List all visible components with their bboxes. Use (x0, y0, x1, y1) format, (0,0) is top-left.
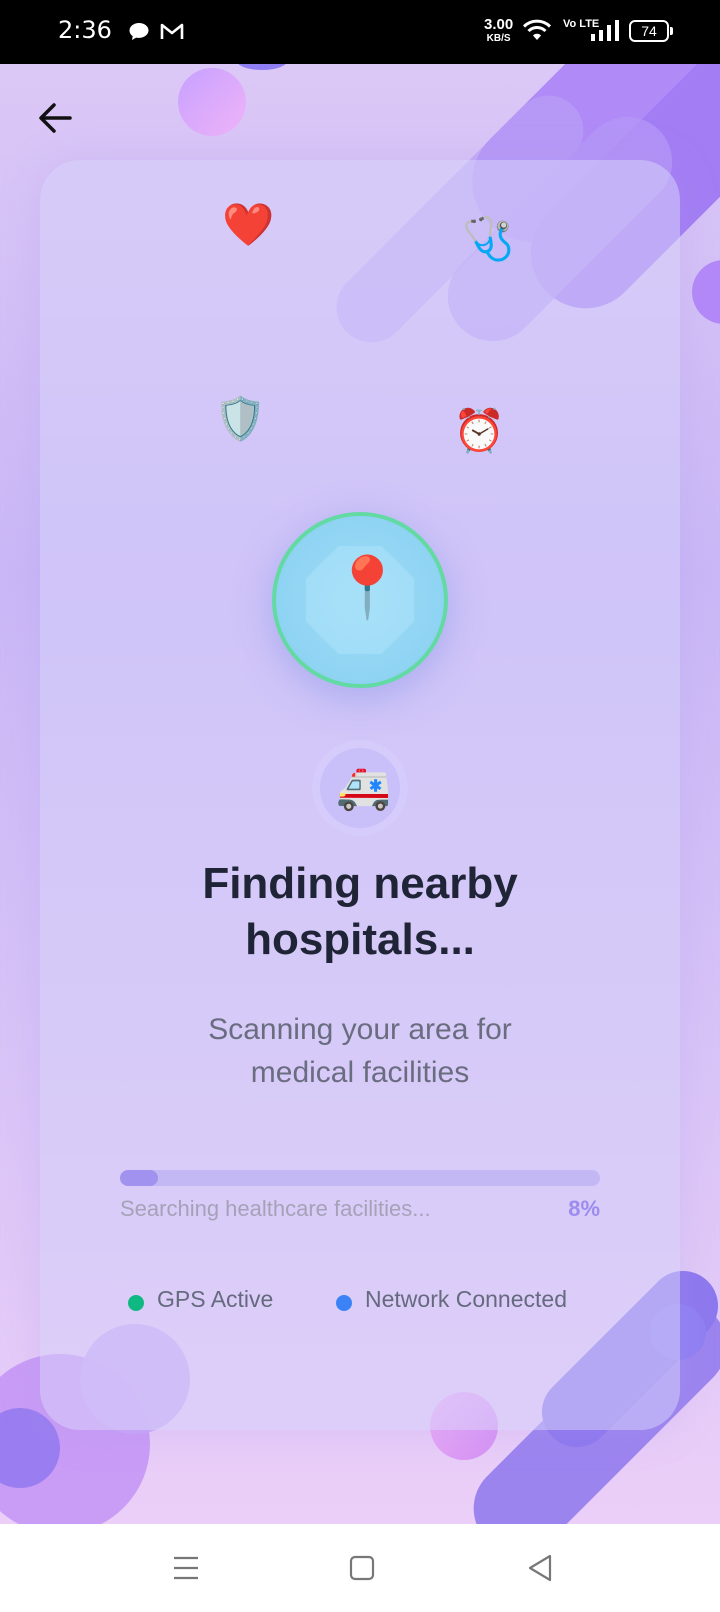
network-status-label: Network Connected (365, 1286, 567, 1312)
wifi-icon (522, 19, 552, 40)
heart-icon: ❤️ (222, 200, 275, 249)
page-subtitle: Scanning your area for medical facilitie… (120, 1008, 600, 1094)
progress-fill (120, 1170, 159, 1186)
decor-blob (236, 64, 288, 70)
battery-indicator: 74 (629, 20, 673, 42)
location-pulse: 📍 (272, 512, 448, 688)
signal-icon (591, 20, 619, 41)
title-line-1: Finding nearby (202, 859, 518, 908)
gps-status-label: GPS Active (157, 1286, 274, 1312)
menu-icon[interactable] (168, 1550, 204, 1586)
gps-status-dot (128, 1295, 144, 1311)
location-pin-icon: 📍 (330, 553, 405, 623)
chat-icon (129, 23, 149, 40)
status-time: 2:36 (58, 16, 112, 44)
progress-bar (120, 1170, 600, 1186)
page-title: Finding nearby hospitals... (100, 856, 620, 968)
decor-blob (692, 260, 720, 324)
progress-percent: 8% (568, 1196, 600, 1221)
ambulance-icon: 🚑 (336, 762, 391, 813)
title-line-2: hospitals... (245, 915, 475, 964)
network-speed-unit: KB/S (486, 33, 511, 44)
shield-icon: 🛡️ (214, 394, 267, 443)
alarm-clock-icon: ⏰ (453, 406, 506, 455)
stethoscope-icon: 🩺 (462, 214, 515, 263)
home-square-icon[interactable] (344, 1550, 380, 1586)
gmail-icon (160, 23, 184, 39)
subtitle-line-2: medical facilities (250, 1056, 470, 1089)
subtitle-line-1: Scanning your area for (208, 1013, 512, 1046)
decor-blob (178, 68, 246, 136)
status-bar: 2:36 3.00 KB/S Vo LTE 74 (0, 0, 720, 64)
ambulance-badge: 🚑 (312, 740, 408, 836)
app-screen: ❤️ 🩺 🛡️ ⏰ 📍 🚑 Finding nearby hospitals..… (0, 64, 720, 1524)
network-speed: 3.00 KB/S (484, 16, 514, 46)
system-nav-bar (0, 1524, 720, 1612)
progress-label: Searching healthcare facilities... (120, 1196, 431, 1221)
network-speed-value: 3.00 (484, 16, 514, 33)
back-triangle-icon[interactable] (522, 1550, 558, 1586)
network-status-dot (336, 1295, 352, 1311)
back-arrow-icon[interactable] (34, 96, 78, 140)
